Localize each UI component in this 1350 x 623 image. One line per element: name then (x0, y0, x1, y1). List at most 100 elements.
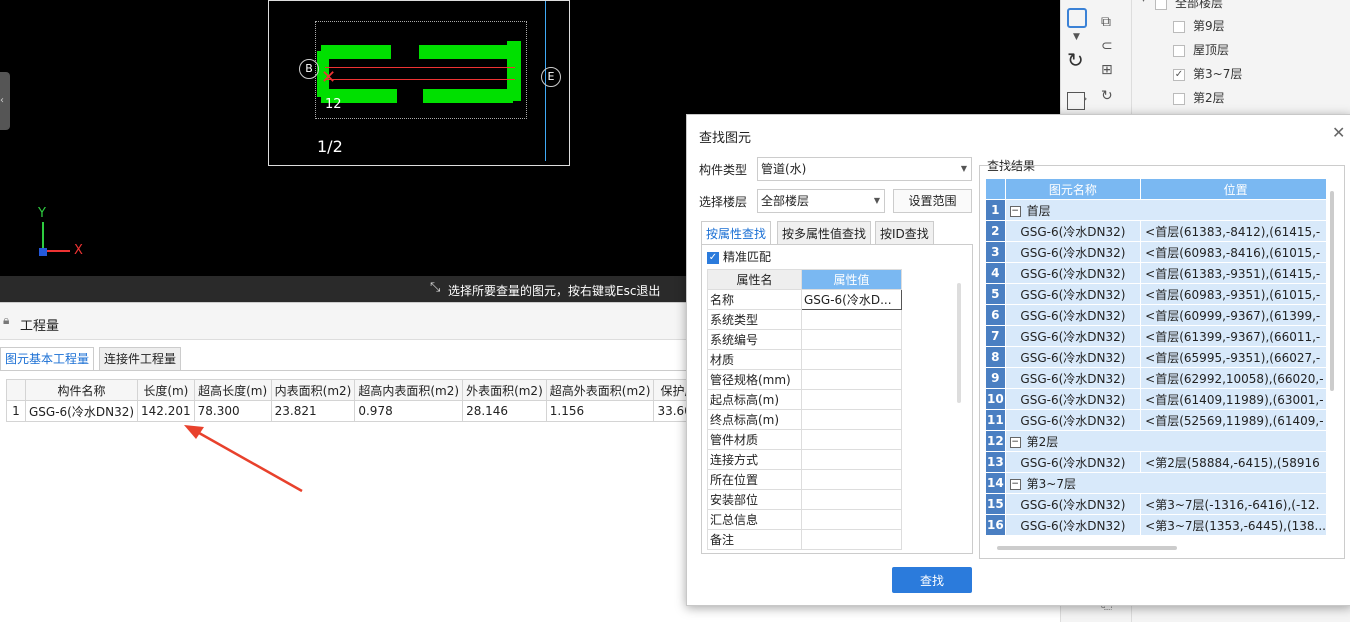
result-row[interactable]: 6 GSG-6(冷水DN32) <首层(60999,-9367),(61399,- (985, 304, 1327, 326)
col-attr-value: 属性值 (801, 269, 902, 290)
col-position: 位置 (1140, 178, 1327, 200)
result-group-row[interactable]: 14− 第3~7层 (985, 472, 1327, 494)
result-row[interactable]: 15 GSG-6(冷水DN32) <第3~7层(-1316,-6416),(-12. (985, 493, 1327, 515)
attr-row[interactable]: 材质 (707, 349, 902, 370)
layer-item-roof[interactable]: 屋顶层 (1173, 41, 1229, 58)
result-row[interactable]: 2 GSG-6(冷水DN32) <首层(61383,-8412),(61415,- (985, 220, 1327, 242)
attr-row[interactable]: 起点标高(m) (707, 389, 902, 410)
floor-label: 选择楼层 (699, 195, 748, 209)
attr-row[interactable]: 名称 GSG-6(冷水D... (707, 289, 902, 310)
col-length: 长度(m) (137, 379, 195, 401)
table-row[interactable]: 1 GSG-6(冷水DN32) 142.201 78.300 23.821 0.… (6, 400, 704, 422)
attr-row[interactable]: 安装部位 (707, 489, 902, 510)
results-hscrollbar[interactable] (997, 546, 1177, 550)
exact-match-checkbox[interactable]: ✓ 精准匹配 (707, 248, 771, 265)
component-type-select[interactable]: 管道(水) ▼ (757, 157, 972, 181)
collapse-left-handle[interactable]: ‹ (0, 72, 10, 130)
tree-caret-icon[interactable]: ▾ (1141, 0, 1146, 5)
attr-row[interactable]: 管件材质 (707, 429, 902, 450)
result-group-row[interactable]: 12− 第2层 (985, 430, 1327, 452)
result-group-row[interactable]: 1− 首层 (985, 199, 1327, 221)
checkbox-checked[interactable]: ✓ (1173, 68, 1185, 81)
attr-row[interactable]: 连接方式 (707, 449, 902, 470)
type-label: 构件类型 (699, 163, 748, 177)
layer-item-2[interactable]: 第2层 (1173, 89, 1225, 106)
tab-by-id[interactable]: 按ID查找 (875, 221, 934, 245)
pipe-line (325, 79, 515, 80)
attr-row[interactable]: 汇总信息 (707, 509, 902, 530)
expand-right-icon[interactable]: › (1083, 92, 1087, 105)
layer-item-all[interactable]: 全部楼层 (1155, 0, 1223, 11)
tab-basic-quantity[interactable]: 图元基本工程量 (0, 347, 95, 371)
col-index (6, 379, 26, 401)
collapse-icon[interactable]: − (1009, 478, 1021, 490)
attr-row[interactable]: 备注 (707, 529, 902, 550)
tab-by-multi-attribute[interactable]: 按多属性值查找 (777, 221, 872, 245)
pipe-block (423, 89, 513, 103)
attr-row[interactable]: 系统类型 (707, 309, 902, 330)
layer-item-3-7[interactable]: ✓ 第3~7层 (1173, 65, 1242, 82)
attr-row[interactable]: 终点标高(m) (707, 409, 902, 430)
rotate-icon[interactable]: ↻ (1067, 48, 1084, 72)
results-vscrollbar[interactable] (1330, 191, 1334, 391)
col-over-length: 超高长度(m) (193, 379, 272, 401)
find-element-dialog: 查找图元 ✕ 构件类型 管道(水) ▼ 选择楼层 全部楼层 ▼ 设置范围 按属性查找… (686, 114, 1350, 606)
results-table-wrap: 图元名称 位置 1− 首层 2 GSG-6(冷水DN32) <首层(61383,-84… (985, 178, 1327, 546)
col-outer-area: 外表面积(m2) (462, 379, 547, 401)
building-outline (315, 21, 527, 119)
grid-icon[interactable]: ⊞ (1101, 62, 1113, 78)
close-icon[interactable]: ✕ (1332, 123, 1345, 142)
col-over-outer-area: 超高外表面积(m2) (545, 379, 655, 401)
attr-row[interactable]: 所在位置 (707, 469, 902, 490)
result-row[interactable]: 10 GSG-6(冷水DN32) <首层(61409,11989),(63001,- (985, 388, 1327, 410)
set-range-button[interactable]: 设置范围 (893, 189, 972, 213)
col-attr-name: 属性名 (707, 269, 802, 290)
lock-icon[interactable]: 🔒︎ (3, 313, 9, 328)
result-row[interactable]: 11 GSG-6(冷水DN32) <首层(52569,11989),(61409,- (985, 409, 1327, 431)
collapse-icon[interactable]: − (1009, 205, 1021, 217)
quantity-table: 构件名称 长度(m) 超高长度(m) 内表面积(m2) 超高内表面积(m2) 外… (6, 379, 704, 422)
col-element-name: 图元名称 (1004, 178, 1142, 200)
attribute-table-wrap: 属性名 属性值 名称 GSG-6(冷水D... 系统类型 系统编号 材质 管径规格… (707, 269, 903, 554)
collapse-icon[interactable]: − (1009, 436, 1021, 448)
tab-connector-quantity[interactable]: 连接件工程量 (99, 347, 182, 371)
attr-row[interactable]: 系统编号 (707, 329, 902, 350)
attribute-scrollbar[interactable] (957, 283, 961, 403)
col-name: 构件名称 (24, 379, 139, 401)
cross-marker-icon: ✕ (321, 67, 337, 88)
pipe-block (507, 41, 521, 101)
checkbox-checked-icon: ✓ (707, 251, 719, 264)
find-button[interactable]: 查找 (892, 567, 972, 593)
col-inner-area: 内表面积(m2) (270, 379, 356, 401)
scale-label: 1/2 (317, 137, 343, 156)
dropdown-arrow-icon[interactable]: ▼ (1073, 32, 1080, 42)
checkbox[interactable] (1173, 92, 1185, 105)
attr-value-input[interactable]: GSG-6(冷水D... (801, 289, 902, 310)
loop-icon[interactable]: ⊂ (1101, 38, 1113, 54)
copy-icon[interactable]: ⧉ (1101, 14, 1111, 30)
result-row[interactable]: 4 GSG-6(冷水DN32) <首层(61383,-9351),(61415,- (985, 262, 1327, 284)
layer-item-9[interactable]: 第9层 (1173, 17, 1225, 34)
axis-x-line (44, 250, 70, 252)
attr-row[interactable]: 管径规格(mm) (707, 369, 902, 390)
tab-by-attribute[interactable]: 按属性查找 (701, 221, 772, 245)
result-row[interactable]: 16 GSG-6(冷水DN32) <第3~7层(1353,-6445),(138..… (985, 514, 1327, 536)
chevron-down-icon: ▼ (960, 164, 967, 173)
cube-view-icon[interactable] (1067, 8, 1087, 28)
pipe-line (325, 67, 515, 68)
checkbox[interactable] (1173, 20, 1185, 33)
result-row[interactable]: 3 GSG-6(冷水DN32) <首层(60983,-8416),(61015,- (985, 241, 1327, 263)
grid-bubble-b: B (299, 59, 319, 79)
drawing-sheet: ✕ B E 12 1/2 (268, 0, 570, 166)
result-row[interactable]: 5 GSG-6(冷水DN32) <首层(60983,-9351),(61015,- (985, 283, 1327, 305)
result-row[interactable]: 9 GSG-6(冷水DN32) <首层(62992,10058),(66020,- (985, 367, 1327, 389)
refresh-icon[interactable]: ↻ (1101, 88, 1113, 104)
checkbox[interactable] (1173, 44, 1185, 57)
result-row[interactable]: 8 GSG-6(冷水DN32) <首层(65995,-9351),(66027,- (985, 346, 1327, 368)
attribute-table: 属性名 属性值 名称 GSG-6(冷水D... 系统类型 系统编号 材质 管径规格… (707, 269, 902, 550)
result-row[interactable]: 7 GSG-6(冷水DN32) <首层(61399,-9367),(66011,- (985, 325, 1327, 347)
result-row[interactable]: 13 GSG-6(冷水DN32) <第2层(58884,-6415),(58916 (985, 451, 1327, 473)
floor-select[interactable]: 全部楼层 ▼ (757, 189, 885, 213)
table-header-row: 构件名称 长度(m) 超高长度(m) 内表面积(m2) 超高内表面积(m2) 外… (6, 379, 704, 401)
shrink-icon: ⤡ (430, 280, 441, 295)
